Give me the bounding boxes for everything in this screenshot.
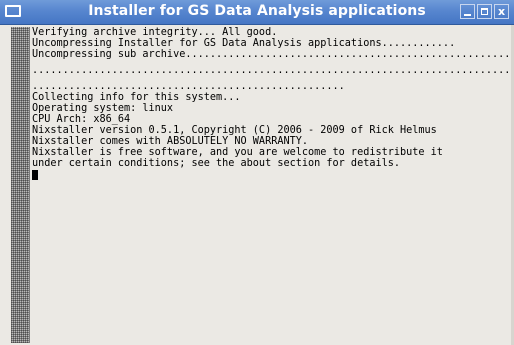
terminal-line: Uncompressing sub archive...............… — [32, 49, 514, 60]
terminal-line: ........................................… — [32, 81, 345, 92]
title-bar[interactable]: Installer for GS Data Analysis applicati… — [0, 0, 514, 25]
terminal-line: ........................................… — [32, 65, 514, 76]
terminal-line: Nixstaller version 0.5.1, Copyright (C) … — [32, 125, 437, 136]
terminal-cursor — [32, 170, 38, 180]
terminal-line: under certain conditions; see the about … — [32, 158, 401, 169]
terminal-line: CPU Arch: x86_64 — [32, 114, 131, 125]
close-icon: x — [497, 5, 506, 18]
terminal-output[interactable]: Verifying archive integrity... All good.… — [30, 27, 514, 343]
maximize-button[interactable] — [477, 4, 492, 19]
close-button[interactable]: x — [494, 4, 509, 19]
minimize-button[interactable] — [460, 4, 475, 19]
terminal-line: Nixstaller comes with ABSOLUTELY NO WARR… — [32, 136, 309, 147]
maximize-icon — [481, 8, 488, 15]
terminal-line: Operating system: linux — [32, 103, 174, 114]
terminal-line: Verifying archive integrity... All good. — [32, 27, 278, 38]
terminal-line: Collecting info for this system... — [32, 92, 241, 103]
minimize-icon — [464, 14, 471, 16]
terminal-gutter — [11, 27, 30, 343]
terminal-line: Uncompressing Installer for GS Data Anal… — [32, 38, 456, 49]
terminal-line: Nixstaller is free software, and you are… — [32, 147, 443, 158]
window-title: Installer for GS Data Analysis applicati… — [88, 3, 426, 19]
installer-window: Installer for GS Data Analysis applicati… — [0, 0, 514, 345]
left-border — [0, 25, 11, 345]
